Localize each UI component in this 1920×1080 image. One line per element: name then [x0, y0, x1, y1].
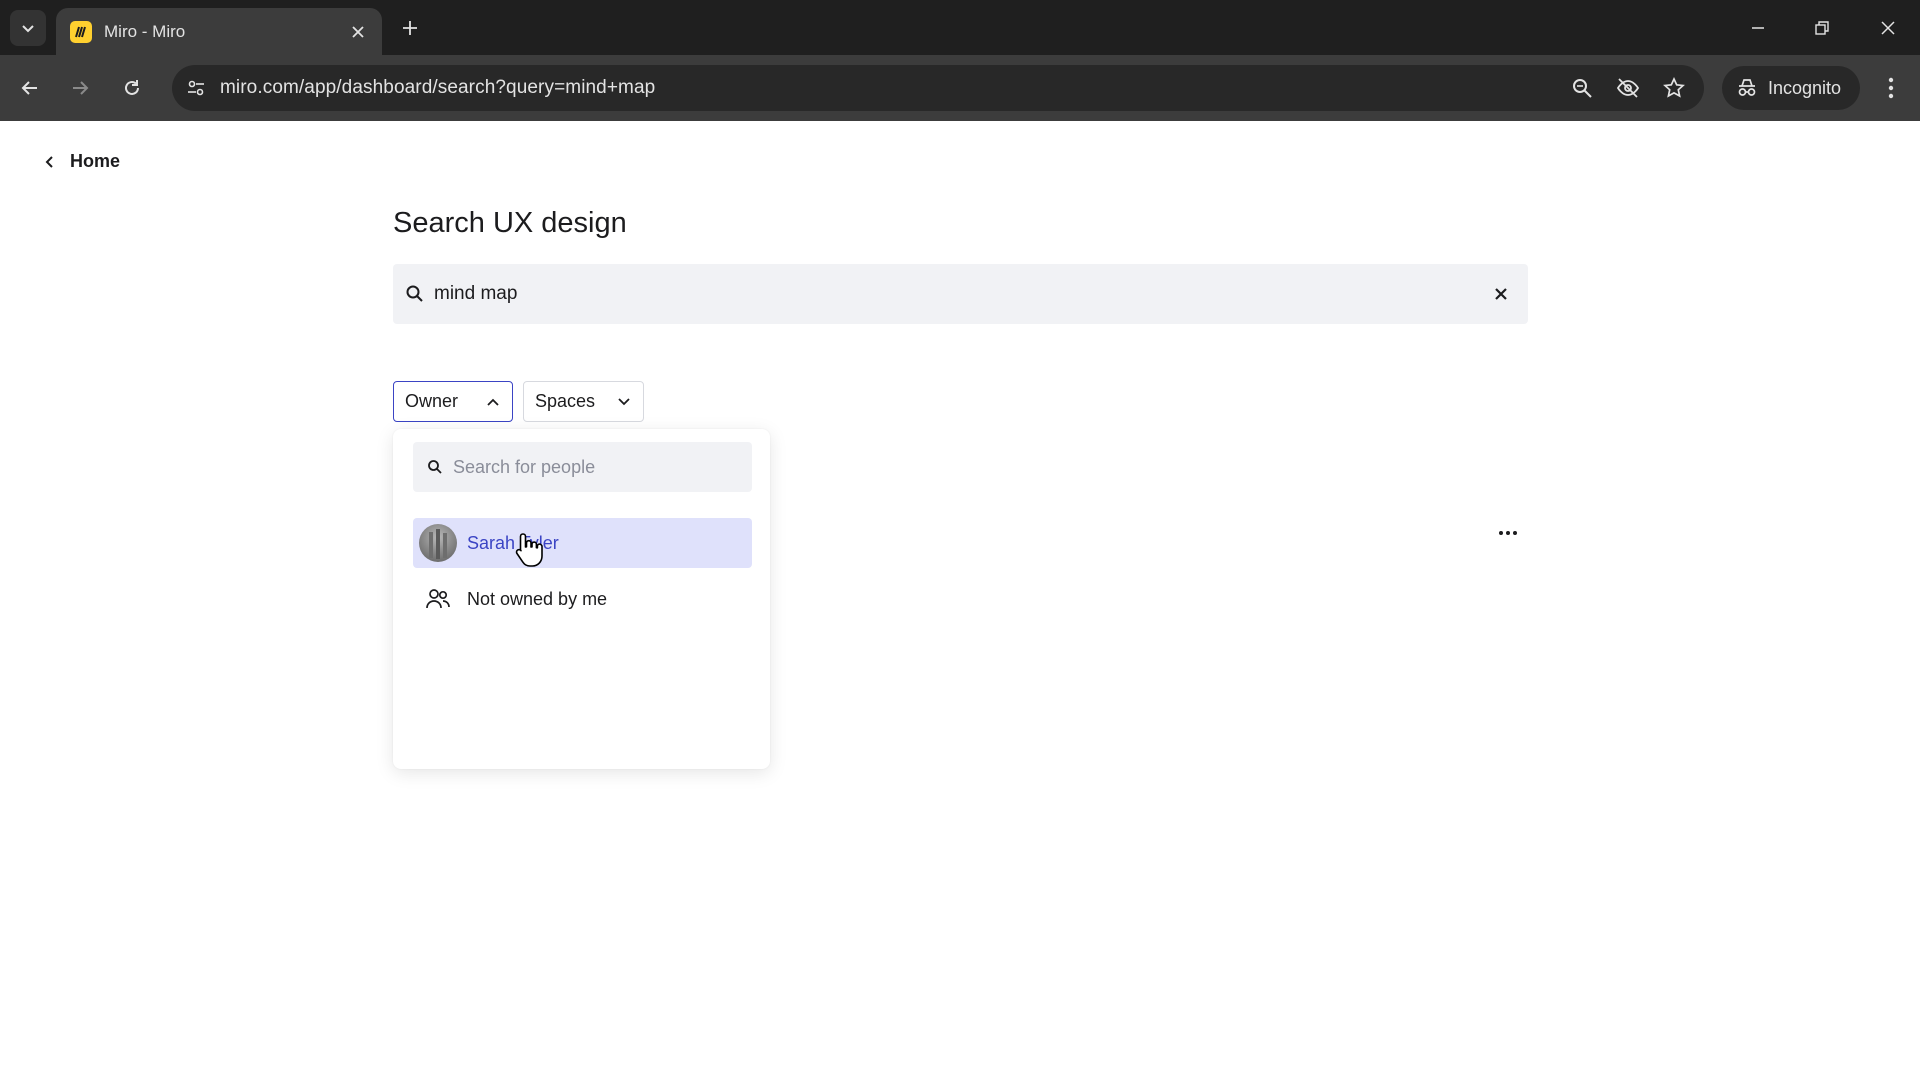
people-icon	[419, 580, 457, 618]
browser-tab-bar: Miro - Miro	[0, 0, 1920, 55]
tab-title: Miro - Miro	[104, 21, 186, 41]
miro-favicon-icon	[70, 20, 92, 43]
incognito-label: Incognito	[1768, 77, 1842, 98]
owner-option-not-owned-by-me[interactable]: Not owned by me	[413, 574, 752, 624]
incognito-indicator[interactable]: Incognito	[1722, 66, 1860, 110]
chevron-down-icon	[22, 25, 34, 33]
new-tab-icon[interactable]	[396, 14, 424, 42]
restore-icon[interactable]	[1806, 12, 1838, 44]
owner-option-label: Sarah Tyler	[467, 532, 559, 553]
search-input-value: mind map	[434, 283, 518, 304]
page-content: Home Search UX design mind map Owner Spa…	[0, 121, 1920, 1080]
chevron-up-icon	[485, 394, 501, 410]
reload-icon[interactable]	[114, 70, 150, 106]
owner-option-label: Not owned by me	[467, 588, 608, 609]
site-info-icon[interactable]	[180, 72, 212, 104]
owner-option-sarah-tyler[interactable]: Sarah Tyler	[413, 518, 752, 568]
spaces-filter-label: Spaces	[535, 391, 596, 411]
spaces-filter-button[interactable]: Spaces	[523, 381, 644, 422]
minimize-icon[interactable]	[1742, 12, 1774, 44]
search-icon	[428, 460, 442, 474]
tracking-protection-eye-icon[interactable]	[1614, 74, 1642, 102]
url-text: miro.com/app/dashboard/search?query=mind…	[220, 77, 656, 98]
avatar	[419, 524, 457, 562]
home-back-link[interactable]: Home	[44, 151, 120, 172]
zoom-icon[interactable]	[1568, 74, 1596, 102]
bookmark-star-icon[interactable]	[1660, 74, 1688, 102]
search-icon	[406, 285, 423, 302]
more-options-icon[interactable]	[1494, 523, 1522, 543]
owner-filter-button[interactable]: Owner	[393, 381, 513, 422]
address-bar[interactable]: miro.com/app/dashboard/search?query=mind…	[172, 65, 1704, 111]
browser-tab-active[interactable]: Miro - Miro	[56, 8, 382, 55]
back-arrow-icon[interactable]	[12, 70, 48, 106]
tab-search-button[interactable]	[10, 10, 46, 46]
people-search-input[interactable]: Search for people	[413, 442, 752, 492]
clear-search-icon[interactable]	[1490, 283, 1512, 305]
chevron-down-icon	[616, 394, 632, 410]
forward-arrow-icon[interactable]	[62, 70, 98, 106]
search-input[interactable]: mind map	[393, 264, 1528, 324]
tab-close-icon[interactable]	[348, 22, 368, 42]
close-window-icon[interactable]	[1872, 12, 1904, 44]
chevron-left-icon	[44, 155, 58, 169]
browser-menu-icon[interactable]	[1874, 70, 1908, 106]
people-search-placeholder: Search for people	[453, 457, 596, 477]
incognito-icon	[1738, 79, 1756, 96]
hand-pointer-cursor-icon	[515, 533, 543, 567]
browser-toolbar: miro.com/app/dashboard/search?query=mind…	[0, 55, 1920, 121]
home-back-label: Home	[70, 151, 121, 171]
page-title: Search UX design	[393, 207, 627, 239]
owner-filter-label: Owner	[405, 391, 459, 411]
